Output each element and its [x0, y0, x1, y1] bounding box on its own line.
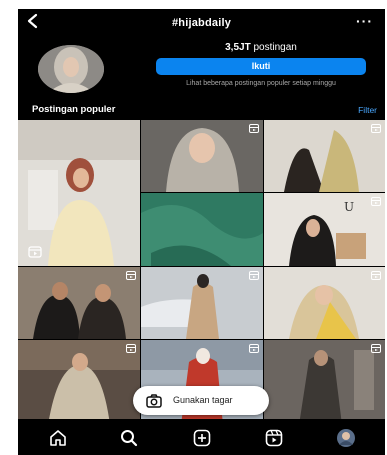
follow-button[interactable]: Ikuti	[156, 58, 366, 75]
more-horizontal-icon: ···	[356, 13, 373, 29]
reels-icon	[126, 271, 136, 280]
nav-profile[interactable]	[336, 428, 356, 448]
reels-icon	[371, 344, 381, 353]
app-screen: #hijabdaily ··· 3,5JT postingan Ikuti Li…	[18, 9, 385, 455]
top-bar: #hijabdaily ···	[18, 9, 385, 39]
reels-icon	[126, 344, 136, 353]
post-tile[interactable]	[141, 120, 263, 192]
section-title: Postingan populer	[32, 104, 116, 115]
bottom-navigation	[18, 419, 385, 455]
home-icon	[50, 430, 66, 446]
nav-create[interactable]	[192, 428, 212, 448]
add-post-icon	[193, 429, 211, 447]
page-title: #hijabdaily	[171, 17, 232, 29]
post-tile[interactable]: U	[264, 193, 385, 266]
post-tile[interactable]	[141, 193, 263, 266]
nav-reels[interactable]	[264, 428, 284, 448]
reels-icon	[371, 124, 381, 133]
post-count-suffix: postingan	[253, 42, 297, 53]
camera-icon	[146, 394, 162, 408]
post-tile[interactable]	[264, 120, 385, 192]
see-posts-description: Lihat beberapa postingan populer setiap …	[186, 80, 336, 87]
use-hashtag-label: Gunakan tagar	[173, 395, 233, 405]
posts-grid: U	[18, 120, 385, 425]
more-options-button[interactable]: ···	[356, 13, 373, 29]
reels-icon	[249, 344, 259, 353]
reels-icon	[371, 271, 381, 280]
post-tile[interactable]	[141, 267, 263, 339]
post-tile[interactable]	[18, 340, 140, 425]
reels-icon	[371, 197, 381, 206]
search-icon	[121, 430, 138, 447]
reels-icon	[249, 124, 259, 133]
avatar-icon	[337, 429, 355, 447]
reels-icon	[249, 271, 259, 280]
filter-button[interactable]: Filter	[358, 105, 377, 115]
nav-search[interactable]	[119, 428, 139, 448]
watermark-letter: U	[344, 200, 354, 214]
post-tile[interactable]	[18, 120, 140, 266]
post-tile[interactable]	[18, 267, 140, 339]
post-count-value: 3,5JT	[225, 42, 251, 53]
reels-icon	[265, 429, 283, 447]
post-count: 3,5JT postingan	[156, 42, 366, 53]
use-hashtag-button[interactable]: Gunakan tagar	[133, 386, 269, 415]
post-tile[interactable]	[264, 267, 385, 339]
hashtag-avatar	[38, 45, 104, 93]
reels-icon	[28, 246, 42, 258]
post-tile[interactable]	[264, 340, 385, 425]
nav-home[interactable]	[48, 428, 68, 448]
